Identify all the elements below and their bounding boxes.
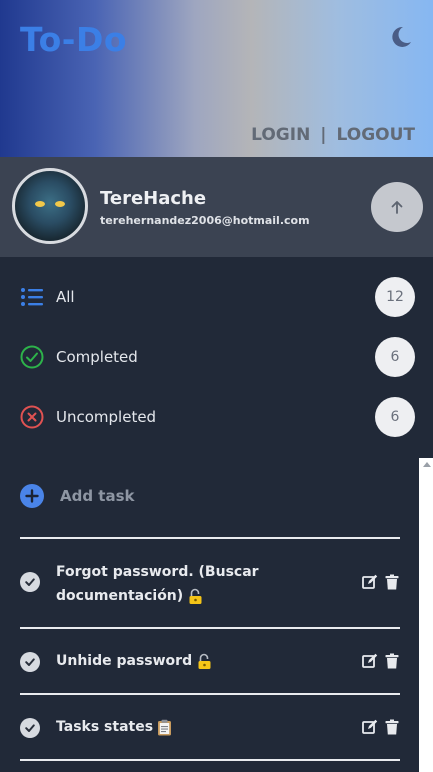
edit-icon[interactable] bbox=[362, 653, 378, 669]
task-text-line: Tasks states bbox=[56, 719, 154, 735]
edit-icon[interactable] bbox=[362, 574, 378, 590]
edit-icon[interactable] bbox=[362, 719, 378, 735]
task-item[interactable]: Tasks states bbox=[20, 715, 400, 741]
filter-all-count: 12 bbox=[375, 277, 415, 317]
auth-separator: | bbox=[320, 125, 327, 145]
trash-icon[interactable] bbox=[384, 574, 400, 590]
filter-completed-count: 6 bbox=[375, 337, 415, 377]
filter-all[interactable]: All 12 bbox=[0, 272, 433, 322]
add-task-label: Add task bbox=[60, 487, 135, 505]
check-circle-icon bbox=[20, 345, 44, 369]
trash-icon[interactable] bbox=[384, 719, 400, 735]
divider bbox=[20, 759, 400, 761]
filter-uncompleted-label: Uncompleted bbox=[56, 408, 157, 426]
task-item[interactable]: Unhide password bbox=[20, 649, 400, 675]
task-actions bbox=[362, 719, 400, 735]
login-link[interactable]: LOGIN bbox=[251, 125, 310, 145]
list-icon bbox=[21, 288, 43, 306]
task-check-icon[interactable] bbox=[20, 718, 40, 738]
task-text-line: documentación) bbox=[56, 588, 184, 604]
auth-links: LOGIN | LOGOUT bbox=[251, 125, 415, 145]
task-text: Tasks states bbox=[56, 715, 346, 739]
divider bbox=[20, 537, 400, 539]
x-circle-icon bbox=[20, 405, 44, 429]
lock-key-icon bbox=[198, 653, 211, 669]
dark-mode-moon-icon[interactable] bbox=[388, 24, 414, 50]
avatar bbox=[12, 168, 88, 244]
scroll-up-button[interactable] bbox=[371, 182, 423, 232]
logout-link[interactable]: LOGOUT bbox=[337, 125, 415, 145]
task-text: Unhide password bbox=[56, 649, 346, 673]
filter-completed-label: Completed bbox=[56, 348, 138, 366]
header: To-Do LOGIN | LOGOUT bbox=[0, 0, 433, 157]
filter-all-label: All bbox=[56, 288, 75, 306]
task-item[interactable]: Forgot password. (Buscar documentación) bbox=[20, 560, 400, 612]
task-check-icon[interactable] bbox=[20, 572, 40, 592]
filter-uncompleted-count: 6 bbox=[375, 397, 415, 437]
scrollbar[interactable] bbox=[419, 458, 433, 772]
task-text-line: Unhide password bbox=[56, 653, 193, 669]
scroll-up-arrow-icon[interactable] bbox=[423, 462, 431, 467]
user-email: terehernandez2006@hotmail.com bbox=[100, 214, 310, 227]
trash-icon[interactable] bbox=[384, 653, 400, 669]
user-name: TereHache bbox=[100, 188, 207, 209]
plus-circle-icon bbox=[20, 484, 44, 508]
task-actions bbox=[362, 574, 400, 590]
app-title: To-Do bbox=[20, 20, 128, 59]
profile-card bbox=[0, 157, 433, 257]
arrow-up-icon bbox=[391, 201, 403, 214]
add-task-button[interactable]: Add task bbox=[20, 484, 135, 508]
filter-uncompleted[interactable]: Uncompleted 6 bbox=[0, 392, 433, 442]
filter-completed[interactable]: Completed 6 bbox=[0, 332, 433, 382]
lock-key-icon bbox=[189, 588, 202, 604]
task-text: Forgot password. (Buscar documentación) bbox=[56, 560, 346, 608]
clipboard-icon bbox=[158, 719, 172, 735]
divider bbox=[20, 693, 400, 695]
divider bbox=[20, 627, 400, 629]
task-text-line: Forgot password. (Buscar bbox=[56, 564, 259, 580]
task-check-icon[interactable] bbox=[20, 652, 40, 672]
task-actions bbox=[362, 653, 400, 669]
